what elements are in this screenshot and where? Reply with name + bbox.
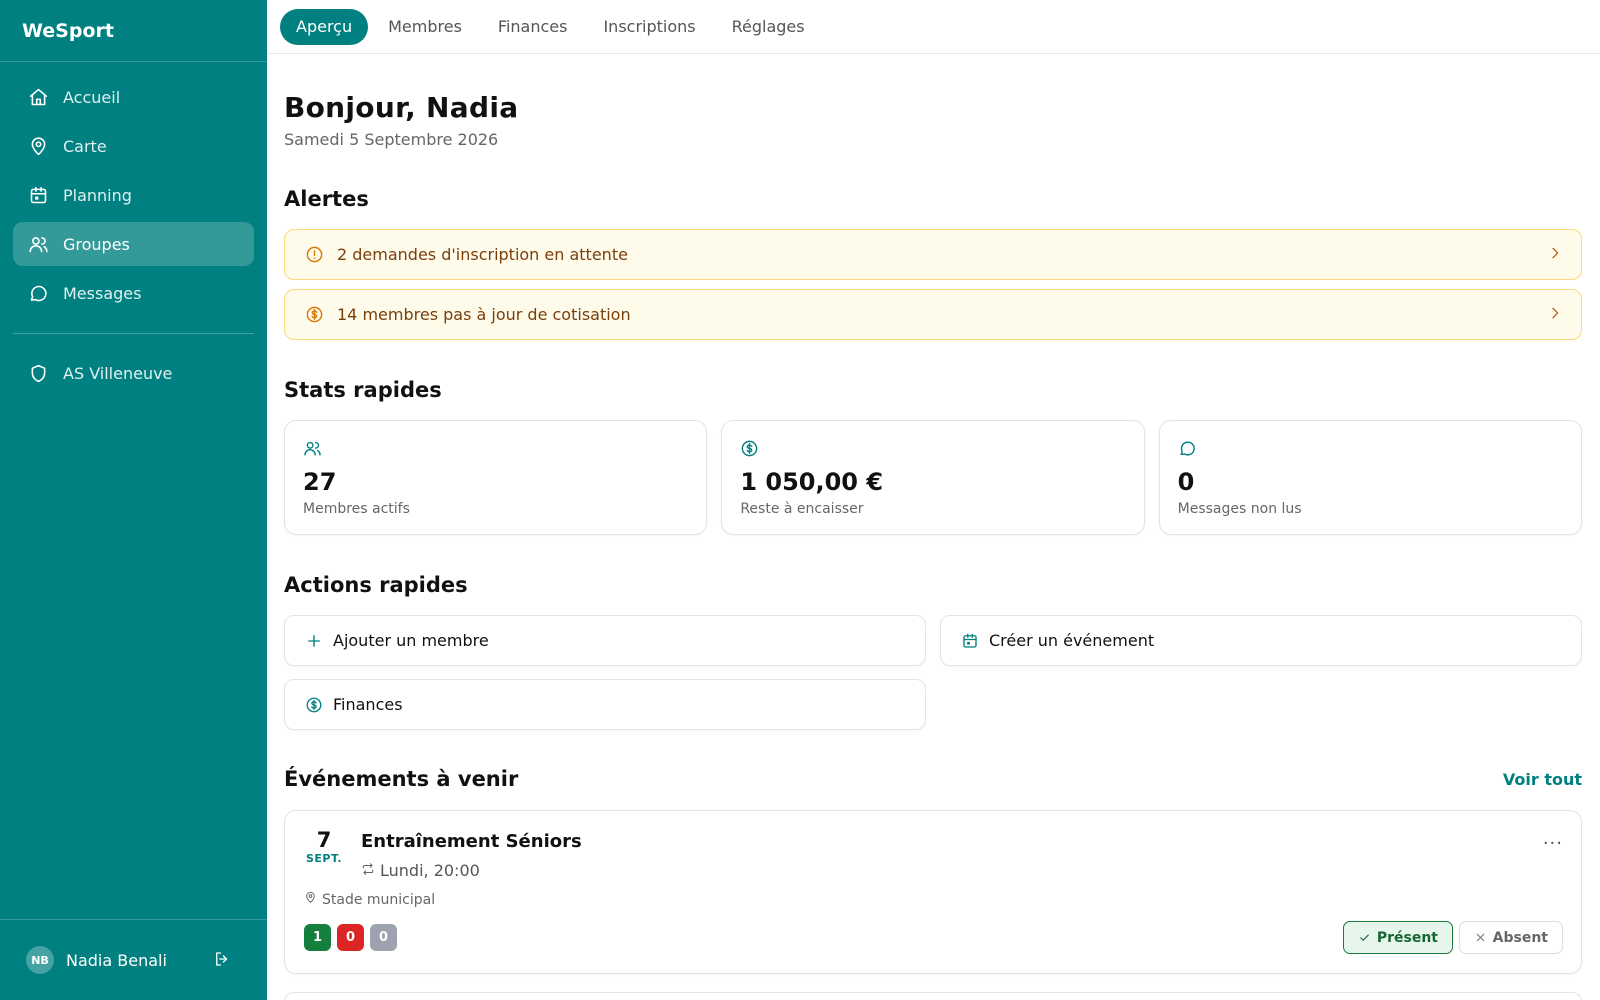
stat-label: Membres actifs bbox=[303, 501, 410, 517]
event-month: SEPT. bbox=[305, 852, 342, 865]
event-day: 7 bbox=[316, 828, 332, 852]
stat-card-members: 27 Membres actifs bbox=[284, 420, 708, 535]
sidebar-item-planning[interactable]: Planning bbox=[13, 173, 254, 217]
sidebar-item-club[interactable]: AS Villeneuve bbox=[13, 351, 254, 395]
more-options-icon[interactable]: ··· bbox=[1543, 833, 1563, 854]
alerts-list: 2 demandes d'inscription en attente 14 m… bbox=[284, 229, 1582, 340]
alert-label: 14 membres pas à jour de cotisation bbox=[337, 305, 631, 324]
stat-label: Messages non lus bbox=[1177, 501, 1302, 517]
stat-card-messages: 0 Messages non lus bbox=[1158, 420, 1582, 535]
tab-finances[interactable]: Finances bbox=[482, 9, 584, 45]
action-label: Finances bbox=[333, 695, 403, 714]
sidebar-item-messages[interactable]: Messages bbox=[13, 271, 254, 315]
stat-value: 27 bbox=[303, 468, 337, 496]
alert-circle-icon bbox=[304, 245, 324, 265]
sidebar-item-accueil[interactable]: Accueil bbox=[13, 75, 254, 119]
stat-value: 1 050,00 € bbox=[740, 468, 884, 496]
actions-grid: Ajouter un membre Créer un événement Fin… bbox=[284, 615, 1582, 730]
present-button[interactable]: Présent bbox=[1342, 921, 1453, 954]
finances-button[interactable]: Finances bbox=[284, 679, 926, 730]
dollar-circle-icon bbox=[304, 695, 324, 715]
avatar[interactable]: NB bbox=[26, 946, 54, 974]
event-location-label: Stade municipal bbox=[322, 891, 436, 908]
sidebar-item-label: Carte bbox=[63, 136, 107, 156]
pending-count-badge: 0 bbox=[370, 924, 397, 951]
users-icon bbox=[303, 441, 322, 462]
message-icon bbox=[1178, 441, 1197, 462]
tab-inscriptions[interactable]: Inscriptions bbox=[587, 9, 711, 45]
sidebar-item-groupes[interactable]: Groupes bbox=[13, 222, 254, 266]
dollar-circle-icon bbox=[304, 305, 324, 325]
alert-label: 2 demandes d'inscription en attente bbox=[337, 245, 628, 264]
stat-card-outstanding: 1 050,00 € Reste à encaisser bbox=[721, 420, 1145, 535]
present-label: Présent bbox=[1376, 929, 1438, 946]
tab-membres[interactable]: Membres bbox=[372, 9, 478, 45]
tab-bar: Aperçu Membres Finances Inscriptions Rég… bbox=[267, 0, 1600, 54]
calendar-icon bbox=[27, 184, 49, 206]
check-icon bbox=[1360, 934, 1369, 941]
sidebar-item-label: Accueil bbox=[63, 87, 121, 107]
sidebar-item-label: AS Villeneuve bbox=[63, 363, 173, 383]
sidebar-divider bbox=[13, 333, 254, 334]
chevron-right-icon bbox=[1547, 305, 1563, 325]
stats-grid: 27 Membres actifs 1 050,00 € Reste à enc… bbox=[284, 420, 1582, 535]
event-time: Lundi, 20:00 bbox=[361, 861, 480, 880]
action-label: Créer un événement bbox=[989, 631, 1155, 650]
close-icon bbox=[1476, 933, 1484, 942]
events-title: Événements à venir bbox=[284, 767, 519, 791]
create-event-button[interactable]: Créer un événement bbox=[940, 615, 1582, 666]
stats-title: Stats rapides bbox=[284, 378, 442, 402]
chevron-right-icon bbox=[1547, 245, 1563, 265]
repeat-icon bbox=[361, 861, 380, 880]
absent-count-badge: 0 bbox=[337, 924, 364, 951]
sidebar-item-label: Planning bbox=[63, 185, 132, 205]
shield-icon bbox=[27, 362, 49, 384]
page-title: Bonjour, Nadia bbox=[284, 91, 519, 124]
absent-label: Absent bbox=[1492, 929, 1548, 946]
sidebar-item-label: Messages bbox=[63, 283, 142, 303]
user-name: Nadia Benali bbox=[66, 950, 167, 970]
attendance-counts: 1 0 0 bbox=[304, 924, 397, 951]
alert-pending-registrations[interactable]: 2 demandes d'inscription en attente bbox=[284, 229, 1582, 280]
sidebar-nav: Accueil Carte Planning Groupes Messages bbox=[0, 62, 267, 315]
map-pin-icon bbox=[27, 135, 49, 157]
users-icon bbox=[27, 233, 49, 255]
event-time-label: Lundi, 20:00 bbox=[380, 861, 480, 880]
alert-unpaid-members[interactable]: 14 membres pas à jour de cotisation bbox=[284, 289, 1582, 340]
app-logo[interactable]: WeSport bbox=[0, 0, 267, 62]
sidebar: WeSport Accueil Carte Planning Groupes M… bbox=[0, 0, 267, 1000]
dollar-circle-icon bbox=[740, 440, 759, 462]
stat-value: 0 bbox=[1177, 468, 1195, 496]
event-date: 7 SEPT. bbox=[303, 828, 345, 865]
absent-button[interactable]: Absent bbox=[1458, 921, 1563, 954]
alerts-title: Alertes bbox=[284, 187, 369, 211]
message-icon bbox=[27, 282, 49, 304]
user-footer: NB Nadia Benali bbox=[0, 919, 267, 1000]
sidebar-item-carte[interactable]: Carte bbox=[13, 124, 254, 168]
event-title: Entraînement Séniors bbox=[361, 831, 582, 852]
map-pin-icon bbox=[304, 891, 322, 908]
event-card-next[interactable] bbox=[284, 992, 1582, 1000]
see-all-link[interactable]: Voir tout bbox=[1503, 770, 1582, 789]
tab-apercu[interactable]: Aperçu bbox=[280, 8, 369, 45]
tab-reglages[interactable]: Réglages bbox=[716, 9, 821, 45]
event-location: Stade municipal bbox=[304, 891, 435, 908]
main-content: Bonjour, Nadia Samedi 5 Septembre 2026 A… bbox=[284, 54, 1582, 974]
sidebar-item-label: Groupes bbox=[63, 234, 130, 254]
club-nav: AS Villeneuve bbox=[0, 351, 267, 395]
action-label: Ajouter un membre bbox=[333, 631, 489, 650]
logout-icon[interactable] bbox=[213, 950, 233, 970]
stat-label: Reste à encaisser bbox=[740, 501, 864, 517]
home-icon bbox=[27, 86, 49, 108]
actions-title: Actions rapides bbox=[284, 573, 468, 597]
add-member-button[interactable]: Ajouter un membre bbox=[284, 615, 926, 666]
page-date: Samedi 5 Septembre 2026 bbox=[284, 130, 499, 149]
events-header: Événements à venir Voir tout bbox=[284, 767, 1582, 791]
present-count-badge: 1 bbox=[304, 924, 331, 951]
plus-icon bbox=[304, 631, 324, 651]
event-card[interactable]: 7 SEPT. Entraînement Séniors Lundi, 20:0… bbox=[284, 810, 1582, 974]
calendar-icon bbox=[960, 631, 980, 651]
